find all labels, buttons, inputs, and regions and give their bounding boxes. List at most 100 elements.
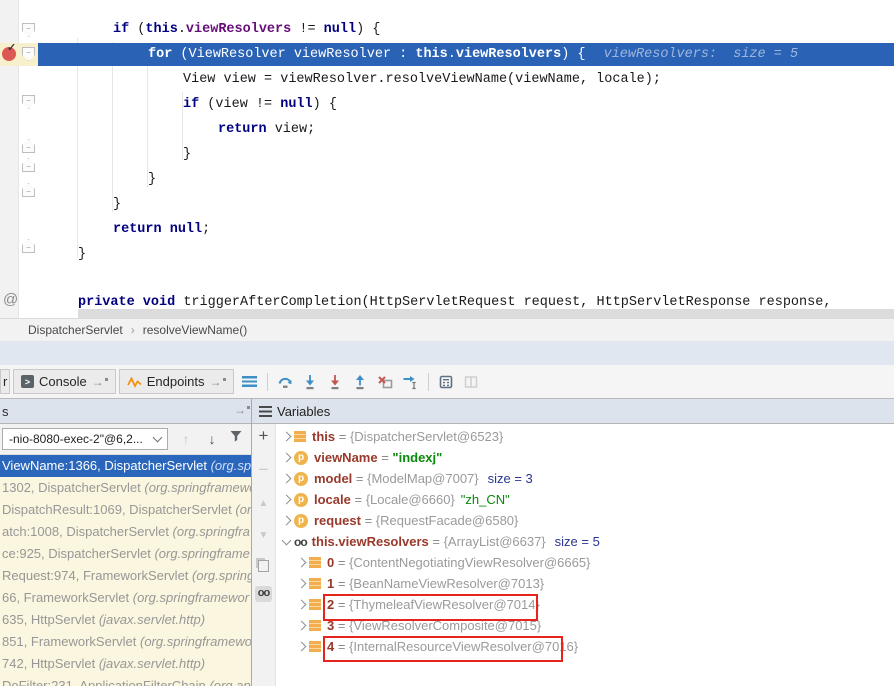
chevron-right-icon[interactable]: [294, 580, 309, 587]
chevron-right-icon[interactable]: [279, 454, 294, 461]
variable-row[interactable]: pmodel = {ModelMap@7007}size = 3: [279, 468, 533, 489]
frames-toolbar: -nio-8080-exec-2"@6,2... ↑ ↓: [0, 424, 251, 455]
tab-console[interactable]: > Console →: [13, 369, 116, 394]
step-over-button[interactable]: [273, 370, 298, 394]
run-to-cursor-button[interactable]: [398, 370, 423, 394]
endpoints-icon: [127, 376, 142, 388]
editor-horizontal-scrollbar[interactable]: [78, 309, 894, 318]
frames-panel: -nio-8080-exec-2"@6,2... ↑ ↓ ViewName:13…: [0, 424, 251, 686]
variable-row[interactable]: this = {DispatcherServlet@6523}: [279, 426, 503, 447]
frame-row[interactable]: 851, FrameworkServlet (org.springframewo: [0, 631, 251, 653]
frame-row[interactable]: 66, FrameworkServlet (org.springframewor: [0, 587, 251, 609]
parameter-icon: p: [294, 493, 308, 507]
breadcrumb-item-class[interactable]: DispatcherServlet: [28, 323, 123, 337]
toolbar-separator: [428, 373, 429, 391]
annotation-red-box: [323, 636, 563, 662]
field-icon: [309, 641, 321, 652]
chevron-right-icon[interactable]: [279, 433, 294, 440]
chevron-down-icon[interactable]: [279, 540, 294, 544]
thread-dropdown[interactable]: -nio-8080-exec-2"@6,2...: [2, 428, 168, 450]
layout-settings-icon: [463, 374, 479, 390]
chevron-right-icon[interactable]: [294, 559, 309, 566]
breakpoint-check-icon: ✓: [7, 41, 16, 54]
tab-endpoints[interactable]: Endpoints →: [119, 369, 234, 394]
chevron-right-icon[interactable]: [294, 643, 309, 650]
chevron-right-icon[interactable]: [294, 622, 309, 629]
field-icon: [309, 599, 321, 610]
layout-settings-button[interactable]: [459, 370, 484, 394]
fold-marker[interactable]: −: [22, 23, 35, 37]
frames-header-label: s: [2, 404, 9, 419]
frame-row[interactable]: 742, HttpServlet (javax.servlet.http): [0, 653, 251, 675]
frame-row[interactable]: 1302, DispatcherServlet (org.springframe…: [0, 477, 251, 499]
frame-row[interactable]: DoFilter:231, ApplicationFilterChain (or…: [0, 675, 251, 686]
debug-toolbar: r > Console → Endpoints →: [0, 365, 894, 399]
fold-marker[interactable]: −: [22, 183, 35, 197]
move-watch-down-button[interactable]: ▼: [252, 530, 275, 541]
variable-row[interactable]: 0 = {ContentNegotiatingViewResolver@6665…: [279, 552, 590, 573]
next-frame-button[interactable]: ↓: [202, 429, 222, 449]
step-over-icon: [277, 374, 293, 390]
chevron-right-icon[interactable]: [279, 496, 294, 503]
indent-guide: [77, 38, 78, 258]
variables-toolbar: + − ▲ ▼ oo: [252, 424, 276, 686]
chevron-right-icon[interactable]: [279, 517, 294, 524]
tab-console-label: Console: [39, 374, 87, 389]
thread-dropdown-value: -nio-8080-exec-2"@6,2...: [9, 432, 143, 446]
tab-debugger-cutoff[interactable]: r: [0, 369, 10, 394]
variable-row[interactable]: 1 = {BeanNameViewResolver@7013}: [279, 573, 544, 594]
drop-frame-button[interactable]: [373, 370, 398, 394]
code-line: return view;: [218, 120, 315, 140]
remove-watch-button[interactable]: −: [252, 460, 275, 480]
code-line: if (this.viewResolvers != null) {: [113, 20, 380, 40]
variable-row[interactable]: plocale = {Locale@6660}"zh_CN": [279, 489, 510, 510]
code-line: }: [113, 195, 121, 215]
frame-row[interactable]: ce:925, DispatcherServlet (org.springfra…: [0, 543, 251, 565]
tab-endpoints-label: Endpoints: [147, 374, 205, 389]
fold-marker[interactable]: −: [22, 239, 35, 253]
frame-row[interactable]: Request:974, FrameworkServlet (org.sprin…: [0, 565, 251, 587]
variable-row[interactable]: oothis.viewResolvers = {ArrayList@6637}s…: [279, 531, 600, 552]
frame-row[interactable]: 635, HttpServlet (javax.servlet.http): [0, 609, 251, 631]
duplicate-watch-icon[interactable]: [258, 560, 269, 572]
add-watch-button[interactable]: +: [252, 426, 275, 446]
filter-icon[interactable]: [226, 429, 246, 449]
chevron-right-icon[interactable]: [294, 601, 309, 608]
panel-divider[interactable]: [251, 399, 252, 686]
pin-icon[interactable]: →: [234, 405, 250, 415]
frame-row[interactable]: ViewName:1366, DispatcherServlet (org.sp…: [0, 455, 251, 477]
pin-icon[interactable]: →: [210, 377, 226, 387]
breadcrumb-separator: ›: [131, 323, 135, 337]
pin-icon[interactable]: →: [92, 377, 108, 387]
drop-frame-icon: [377, 374, 393, 390]
fold-marker[interactable]: −: [22, 95, 35, 109]
step-out-icon: [352, 374, 368, 390]
debug-window-spacer: [0, 341, 894, 365]
variable-row[interactable]: prequest = {RequestFacade@6580}: [279, 510, 518, 531]
variables-menu-icon[interactable]: [259, 406, 272, 417]
breadcrumb-item-method[interactable]: resolveViewName(): [143, 323, 247, 337]
move-watch-up-button[interactable]: ▲: [252, 498, 275, 509]
chevron-right-icon[interactable]: [279, 475, 294, 482]
step-out-button[interactable]: [348, 370, 373, 394]
hamburger-menu-icon[interactable]: [237, 370, 262, 394]
previous-frame-button[interactable]: ↑: [176, 429, 196, 449]
watch-icon: oo: [294, 535, 307, 549]
evaluate-expression-icon: [438, 374, 454, 390]
evaluate-expression-button[interactable]: [434, 370, 459, 394]
force-step-into-button[interactable]: [323, 370, 348, 394]
fold-marker[interactable]: −: [22, 158, 35, 172]
fold-marker[interactable]: −: [22, 139, 35, 153]
code-line: }: [183, 145, 191, 165]
parameter-icon: p: [294, 472, 308, 486]
show-watches-toggle[interactable]: oo: [255, 586, 272, 602]
console-icon: >: [21, 375, 34, 388]
variable-row[interactable]: pviewName = "indexj": [279, 447, 442, 468]
annotation-gutter-icon: @: [3, 291, 18, 308]
frame-row[interactable]: DispatchResult:1069, DispatcherServlet (…: [0, 499, 251, 521]
panel-headers: s → Variables: [0, 399, 894, 424]
variables-header-label: Variables: [277, 404, 330, 419]
step-into-button[interactable]: [298, 370, 323, 394]
frame-row[interactable]: atch:1008, DispatcherServlet (org.spring…: [0, 521, 251, 543]
toolbar-separator: [267, 373, 268, 391]
